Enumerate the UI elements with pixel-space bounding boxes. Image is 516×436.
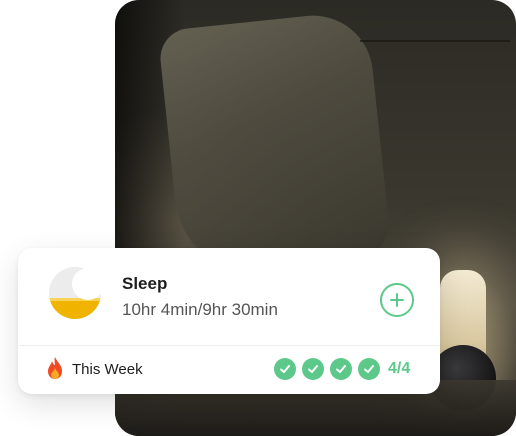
moon-icon (49, 267, 102, 319)
check-circle-icon (330, 358, 352, 380)
week-checks (274, 358, 380, 380)
headboard-seam (360, 40, 510, 42)
card-title: Sleep (122, 274, 168, 293)
sleep-card[interactable]: Sleep 10hr 4min/9hr 30min This Week 4/4 (18, 248, 440, 394)
plus-icon (390, 293, 404, 307)
week-progress-count: 4/4 (388, 360, 411, 377)
pillow (157, 9, 393, 281)
check-circle-icon (358, 358, 380, 380)
flame-icon (48, 357, 62, 379)
check-circle-icon (274, 358, 296, 380)
week-label: This Week (72, 361, 143, 378)
add-button[interactable] (380, 283, 414, 317)
check-circle-icon (302, 358, 324, 380)
sleep-duration: 10hr 4min/9hr 30min (122, 300, 278, 319)
card-divider (18, 345, 440, 346)
